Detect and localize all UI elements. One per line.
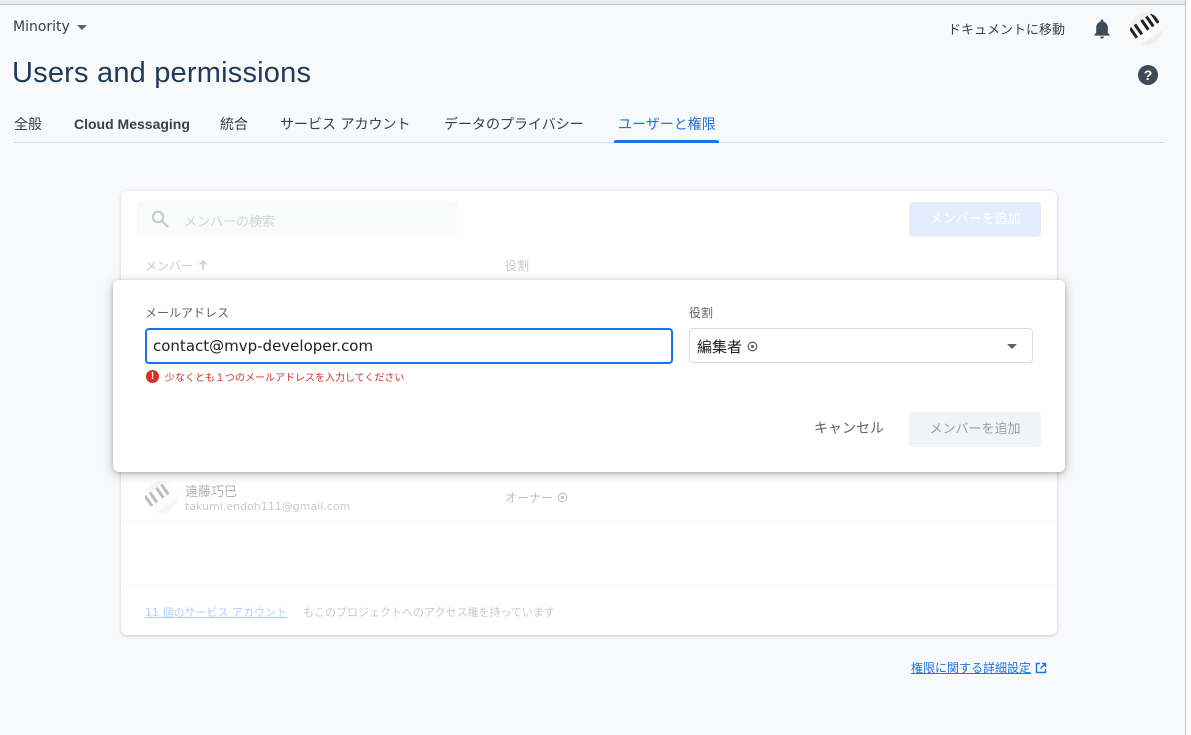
role-select[interactable]: 編集者 xyxy=(689,328,1033,363)
column-header-role: 役割 xyxy=(505,259,530,273)
add-member-submit-button[interactable]: メンバーを追加 xyxy=(909,412,1041,447)
member-role-label: オーナー xyxy=(505,491,554,505)
role-info-icon[interactable] xyxy=(557,492,568,503)
arrow-up-icon xyxy=(199,260,208,270)
window-right-border xyxy=(1185,0,1191,735)
search-input[interactable]: メンバーの検索 xyxy=(184,211,275,230)
add-member-dialog: メールアドレス ! 少なくとも１つのメールアドレスを入力してください 役割 編集… xyxy=(113,280,1065,472)
piano-avatar-icon xyxy=(145,481,177,513)
project-selector[interactable]: Minority xyxy=(13,19,87,35)
member-search[interactable]: メンバーの検索 xyxy=(137,201,457,237)
tab-cloud-messaging[interactable]: Cloud Messaging xyxy=(74,116,190,132)
member-email: takumi.endoh111@gmail.com xyxy=(185,500,351,513)
role-info-icon[interactable] xyxy=(747,341,758,352)
email-label: メールアドレス xyxy=(145,306,230,320)
tab-bar: 全般 Cloud Messaging 統合 サービス アカウント データのプライ… xyxy=(13,104,1164,143)
tab-general[interactable]: 全般 xyxy=(14,114,42,134)
card-footer: 11 個のサービス アカウント もこのプロジェクトへのアクセス権を持っています xyxy=(121,586,1057,635)
tab-data-privacy[interactable]: データのプライバシー xyxy=(444,114,584,134)
open-in-new-icon xyxy=(1035,662,1047,673)
email-field[interactable] xyxy=(145,328,673,364)
active-tab-indicator xyxy=(614,140,719,143)
member-name: 遠藤巧巳 xyxy=(185,485,238,500)
project-name: Minority xyxy=(13,19,70,35)
error-message: 少なくとも１つのメールアドレスを入力してください xyxy=(165,373,405,384)
add-member-button[interactable]: メンバーを追加 xyxy=(909,202,1041,237)
chevron-down-icon xyxy=(1007,344,1017,349)
tab-service-accounts[interactable]: サービス アカウント xyxy=(280,114,410,134)
bell-icon[interactable] xyxy=(1092,18,1112,40)
tab-users-and-permissions[interactable]: ユーザーと権限 xyxy=(618,114,716,134)
search-icon xyxy=(151,210,169,228)
table-row: 遠藤巧巳 takumi.endoh111@gmail.com オーナー xyxy=(121,473,1057,521)
role-value-label: 編集者 xyxy=(697,338,743,356)
email-error: ! 少なくとも１つのメールアドレスを入力してください xyxy=(146,369,404,384)
column-header-member[interactable]: メンバー xyxy=(145,257,208,274)
permission-settings-link[interactable]: 権限に関する詳細設定 xyxy=(911,659,1047,676)
cancel-button[interactable]: キャンセル xyxy=(801,412,897,447)
member-role: オーナー xyxy=(505,489,568,506)
permission-settings-label: 権限に関する詳細設定 xyxy=(911,661,1032,675)
role-label: 役割 xyxy=(689,306,714,320)
help-icon[interactable]: ? xyxy=(1138,65,1158,85)
piano-avatar-icon xyxy=(1130,13,1162,45)
service-accounts-note: もこのプロジェクトへのアクセス権を持っています xyxy=(303,606,555,619)
column-member-label: メンバー xyxy=(145,259,194,273)
role-selected-value: 編集者 xyxy=(697,336,758,357)
window-top-border xyxy=(0,0,1191,5)
docs-link[interactable]: ドキュメントに移動 xyxy=(948,19,1065,38)
page-title: Users and permissions xyxy=(12,57,312,89)
account-avatar[interactable] xyxy=(1130,13,1162,45)
tab-integrations[interactable]: 統合 xyxy=(220,114,248,134)
service-accounts-link[interactable]: 11 個のサービス アカウント xyxy=(145,604,287,620)
member-avatar xyxy=(145,481,177,513)
error-icon: ! xyxy=(146,370,159,383)
chevron-down-icon xyxy=(76,24,87,30)
